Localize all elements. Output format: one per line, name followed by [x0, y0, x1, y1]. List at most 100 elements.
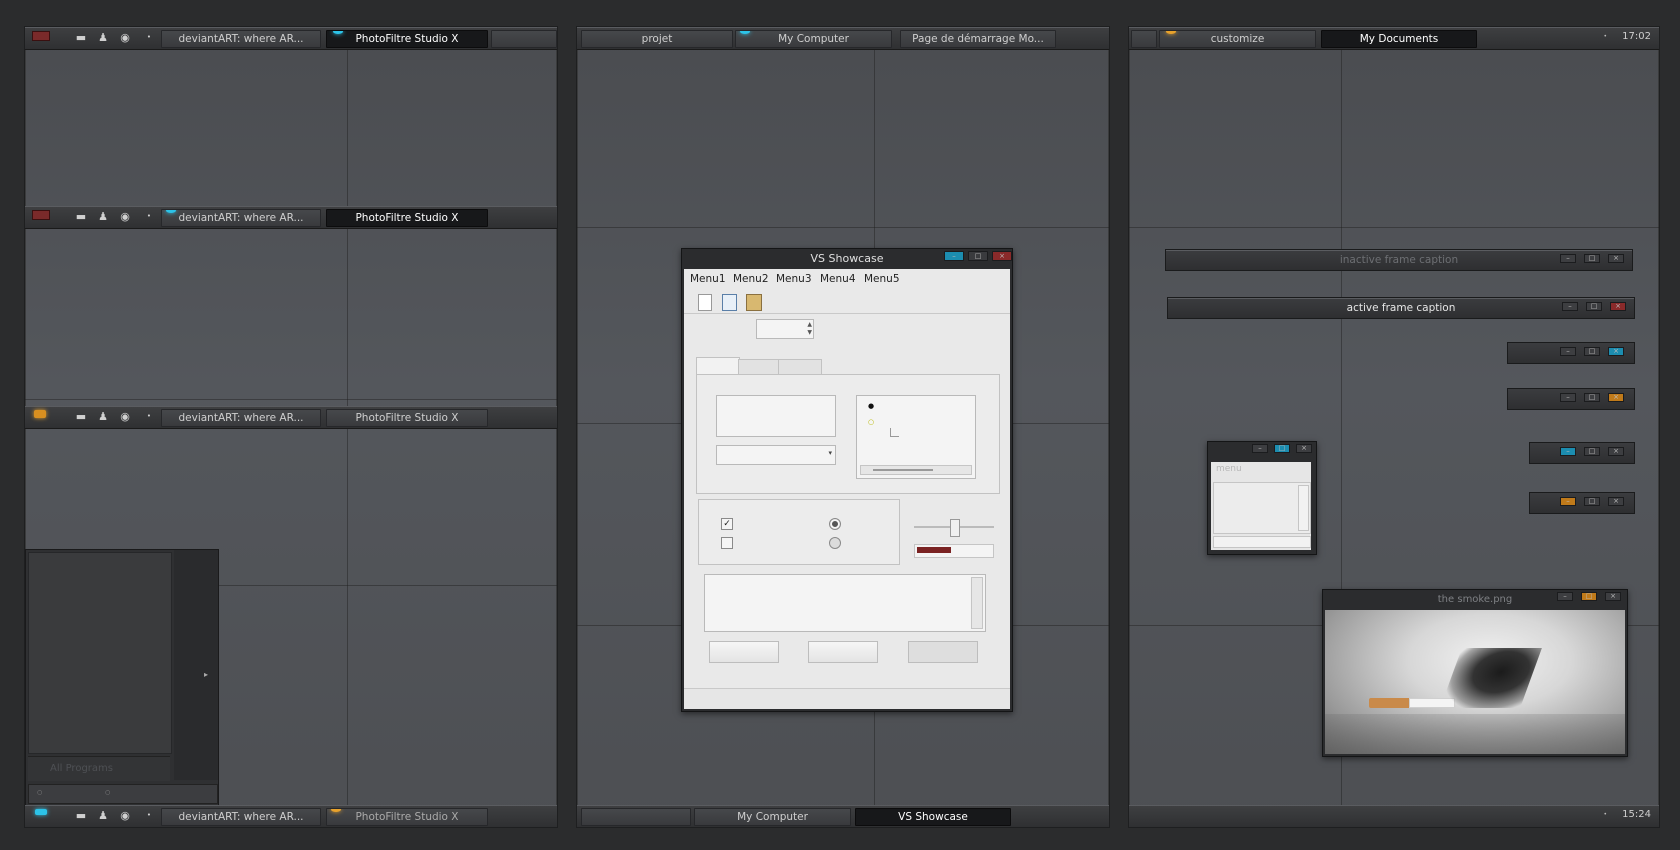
start-orb-icon[interactable] — [34, 410, 46, 418]
minimize-button[interactable]: – — [1252, 444, 1268, 453]
close-button[interactable]: × — [1608, 347, 1624, 356]
horizontal-scrollbar[interactable] — [860, 465, 972, 475]
close-button[interactable]: × — [1605, 592, 1621, 601]
taskbar-tab[interactable]: deviantART: where AR... — [161, 409, 321, 427]
start-orb-icon[interactable] — [32, 31, 50, 41]
maximize-button[interactable]: □ — [968, 251, 988, 261]
mini-textbox[interactable] — [1213, 536, 1311, 548]
minimize-button[interactable]: – — [1560, 393, 1576, 402]
maximize-button[interactable]: □ — [1584, 347, 1600, 356]
desktop-icon[interactable]: ▬ — [75, 210, 87, 223]
close-button[interactable]: × — [1610, 302, 1626, 311]
taskbar-tab[interactable]: My Computer — [735, 30, 892, 48]
all-programs-label[interactable]: All Programs — [50, 763, 113, 774]
mini-window-client: menu — [1211, 462, 1311, 550]
taskbar-tab-active[interactable]: PhotoFiltre Studio X — [326, 209, 488, 227]
button-3[interactable] — [908, 641, 978, 663]
mini-menu-label[interactable]: menu — [1216, 464, 1242, 474]
menu-item[interactable]: Menu4 — [820, 273, 856, 285]
globe-icon[interactable]: ◉ — [119, 210, 131, 223]
globe-icon[interactable]: ◉ — [119, 809, 131, 822]
maximize-button[interactable]: □ — [1584, 393, 1600, 402]
close-button[interactable]: × — [992, 251, 1012, 261]
minimize-button[interactable]: – — [1557, 592, 1573, 601]
button-1[interactable] — [709, 641, 779, 663]
vertical-scrollbar[interactable] — [971, 577, 983, 629]
slider[interactable] — [914, 519, 994, 537]
combo-box[interactable]: ▾ — [716, 445, 836, 465]
globe-icon[interactable]: ◉ — [119, 410, 131, 423]
checkbox-checked[interactable]: ✓ — [721, 518, 733, 530]
minimize-button[interactable]: – — [1560, 254, 1576, 263]
taskbar-tab[interactable] — [581, 808, 691, 826]
vertical-scrollbar[interactable] — [1298, 485, 1309, 531]
taskbar-tab[interactable]: customize — [1159, 30, 1316, 48]
taskbar-tab[interactable] — [491, 30, 557, 48]
edit-icon[interactable] — [722, 294, 737, 311]
taskbar-tab-active[interactable]: VS Showcase — [855, 808, 1011, 826]
numeric-updown[interactable]: ▲ ▼ — [756, 319, 814, 339]
globe-icon[interactable]: ◉ — [119, 31, 131, 44]
close-button[interactable]: × — [1608, 254, 1624, 263]
user-icon[interactable]: ♟ — [97, 210, 109, 223]
menu-item[interactable]: Menu2 — [733, 273, 769, 285]
desktop-icon[interactable]: ▬ — [75, 31, 87, 44]
start-menu-search-bar[interactable]: ○ ○ — [28, 784, 218, 804]
maximize-button[interactable]: □ — [1274, 444, 1290, 453]
menu-item[interactable]: Menu3 — [776, 273, 812, 285]
tree-node-icon[interactable]: ○ — [868, 418, 874, 426]
taskbar-tab[interactable]: My Computer — [694, 808, 851, 826]
taskbar-tab[interactable]: PhotoFiltre Studio X — [326, 808, 488, 826]
tree-node-icon[interactable]: ● — [868, 402, 874, 410]
textbox[interactable] — [716, 395, 836, 437]
radio-unselected[interactable] — [829, 537, 841, 549]
menu-item[interactable]: Menu1 — [690, 273, 726, 285]
menu-item[interactable]: Menu5 — [864, 273, 900, 285]
radio-selected[interactable] — [829, 518, 841, 530]
taskbar-tab-active[interactable]: My Documents — [1321, 30, 1477, 48]
maximize-button[interactable]: □ — [1586, 302, 1602, 311]
spin-down-icon[interactable]: ▼ — [807, 329, 812, 336]
chevron-down-icon[interactable]: ▾ — [828, 449, 832, 457]
taskbar-tab[interactable]: PhotoFiltre Studio X — [326, 409, 488, 427]
start-menu-all-programs-area[interactable]: All Programs — [28, 756, 170, 781]
mini-listbox[interactable] — [1213, 482, 1311, 534]
close-button[interactable]: × — [1608, 497, 1624, 506]
start-orb-icon[interactable] — [35, 809, 47, 815]
new-file-icon[interactable] — [698, 294, 712, 311]
desktop-icon[interactable]: ▬ — [75, 410, 87, 423]
desktop-icon[interactable]: ▬ — [75, 809, 87, 822]
maximize-button[interactable]: □ — [1584, 497, 1600, 506]
minimize-button[interactable]: – — [1562, 302, 1578, 311]
paste-icon[interactable] — [746, 294, 762, 311]
taskbar-tab-active[interactable]: PhotoFiltre Studio X — [326, 30, 488, 48]
maximize-button[interactable]: □ — [1581, 592, 1597, 601]
user-icon[interactable]: ♟ — [97, 809, 109, 822]
minimize-button[interactable]: – — [1560, 497, 1576, 506]
user-icon[interactable]: ♟ — [97, 410, 109, 423]
close-button[interactable]: × — [1296, 444, 1312, 453]
chevron-right-icon[interactable]: ▸ — [204, 670, 208, 679]
taskbar-tab[interactable] — [1131, 30, 1157, 48]
taskbar-tab[interactable]: deviantART: where AR... — [161, 30, 321, 48]
minimize-button[interactable]: – — [944, 251, 964, 261]
close-button[interactable]: × — [1608, 393, 1624, 402]
checkbox-unchecked[interactable] — [721, 537, 733, 549]
maximize-button[interactable]: □ — [1584, 447, 1600, 456]
taskbar-tab[interactable]: Page de démarrage Mo... — [900, 30, 1056, 48]
close-button[interactable]: × — [1608, 447, 1624, 456]
slider-thumb[interactable] — [950, 519, 960, 537]
start-orb-icon[interactable] — [32, 210, 50, 220]
minimize-button[interactable]: – — [1560, 447, 1576, 456]
scrollbar-thumb[interactable] — [873, 469, 933, 471]
multiline-textbox[interactable] — [704, 574, 986, 632]
maximize-button[interactable]: □ — [1584, 254, 1600, 263]
spin-up-icon[interactable]: ▲ — [807, 321, 812, 328]
tree-view[interactable]: ● ○ — [856, 395, 976, 479]
minimize-button[interactable]: – — [1560, 347, 1576, 356]
taskbar-tab[interactable]: deviantART: where AR... — [161, 209, 321, 227]
taskbar-tab[interactable]: deviantART: where AR... — [161, 808, 321, 826]
user-icon[interactable]: ♟ — [97, 31, 109, 44]
taskbar-tab[interactable]: projet — [581, 30, 733, 48]
button-2[interactable] — [808, 641, 878, 663]
